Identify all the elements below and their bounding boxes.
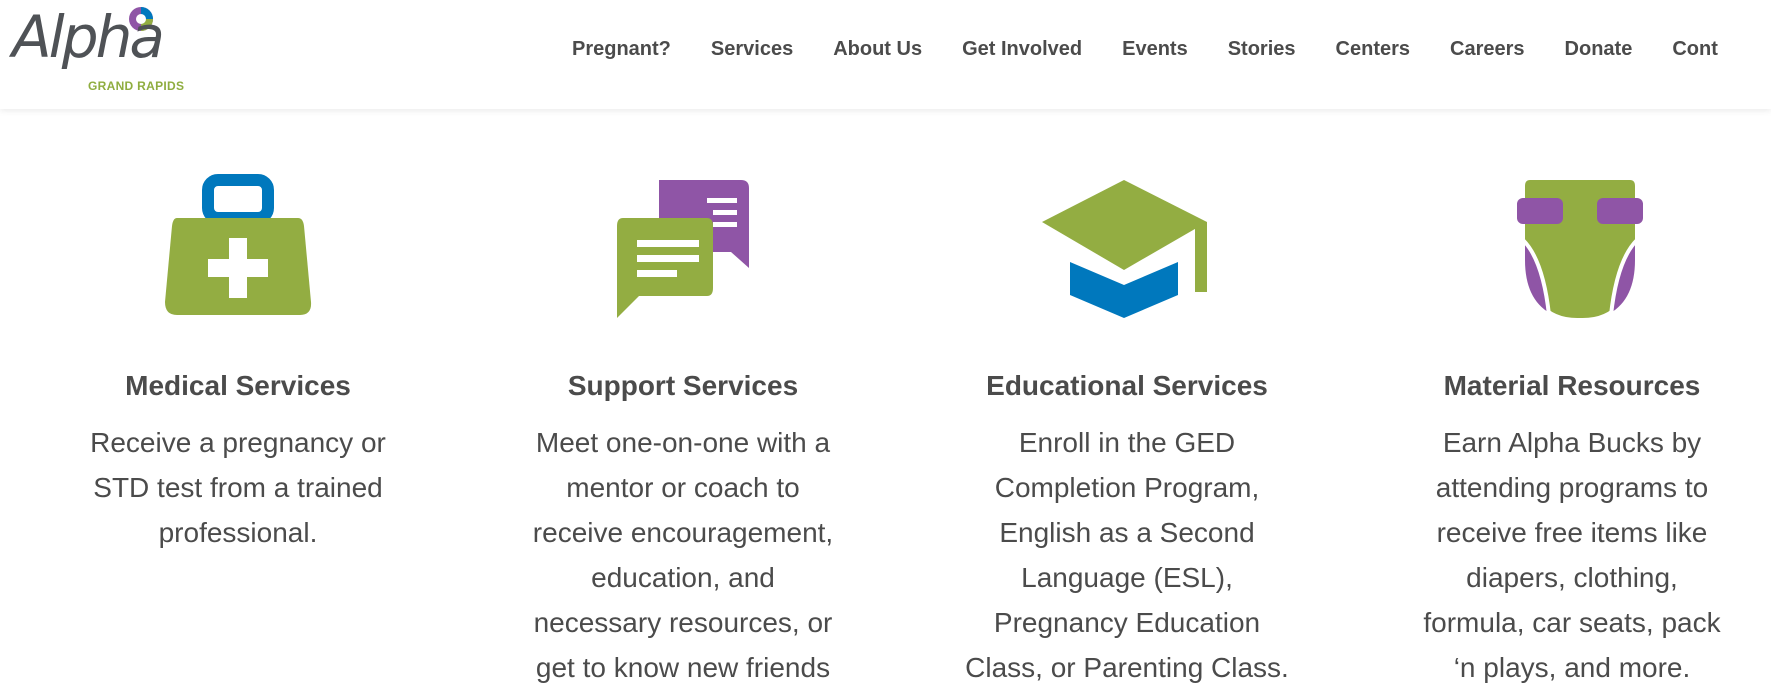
service-description: Meet one-on-one with a mentor or coach t…	[532, 427, 834, 683]
service-title: Support Services	[567, 370, 799, 401]
nav-item-get-involved[interactable]: Get Involved	[962, 38, 1082, 61]
alpha-logo[interactable]: Alpha GRAND RAPIDS	[8, 4, 198, 96]
service-description: Enroll in the GED Completion Program, En…	[965, 427, 1289, 683]
nav-item-about-us[interactable]: About Us	[833, 38, 922, 61]
service-card-medical: Medical Services Receive a pregnancy or …	[38, 170, 438, 548]
logo-wordmark: Alpha	[12, 3, 165, 71]
nav-item-donate[interactable]: Donate	[1565, 38, 1633, 61]
nav-item-pregnant[interactable]: Pregnant?	[572, 38, 671, 61]
nav-item-services[interactable]: Services	[711, 38, 793, 61]
diaper-icon	[1517, 180, 1643, 319]
logo-tagline: GRAND RAPIDS	[88, 79, 185, 93]
service-card-educational: Educational Services Enroll in the GED C…	[927, 170, 1327, 683]
service-description: Receive a pregnancy or STD test from a t…	[90, 427, 386, 548]
nav-item-events[interactable]: Events	[1122, 38, 1188, 61]
nav-item-contact[interactable]: Cont	[1672, 38, 1718, 61]
chat-bubbles-icon	[617, 180, 749, 318]
service-title: Medical Services	[125, 370, 351, 401]
service-card-material: Material Resources Earn Alpha Bucks by a…	[1372, 170, 1771, 683]
graduation-cap-icon	[1042, 180, 1207, 318]
service-card-support: Support Services Meet one-on-one with a …	[483, 170, 883, 683]
medical-kit-icon	[165, 174, 312, 315]
service-title: Material Resources	[1443, 370, 1701, 401]
nav-item-careers[interactable]: Careers	[1450, 38, 1525, 61]
main-nav: Pregnant? Services About Us Get Involved…	[572, 0, 1758, 98]
site-header: Alpha GRAND RAPIDS Pregnant? Services Ab…	[0, 0, 1771, 109]
nav-item-stories[interactable]: Stories	[1228, 38, 1296, 61]
service-description: Earn Alpha Bucks by attending programs t…	[1423, 427, 1721, 683]
nav-item-centers[interactable]: Centers	[1336, 38, 1410, 61]
service-title: Educational Services	[986, 370, 1268, 401]
